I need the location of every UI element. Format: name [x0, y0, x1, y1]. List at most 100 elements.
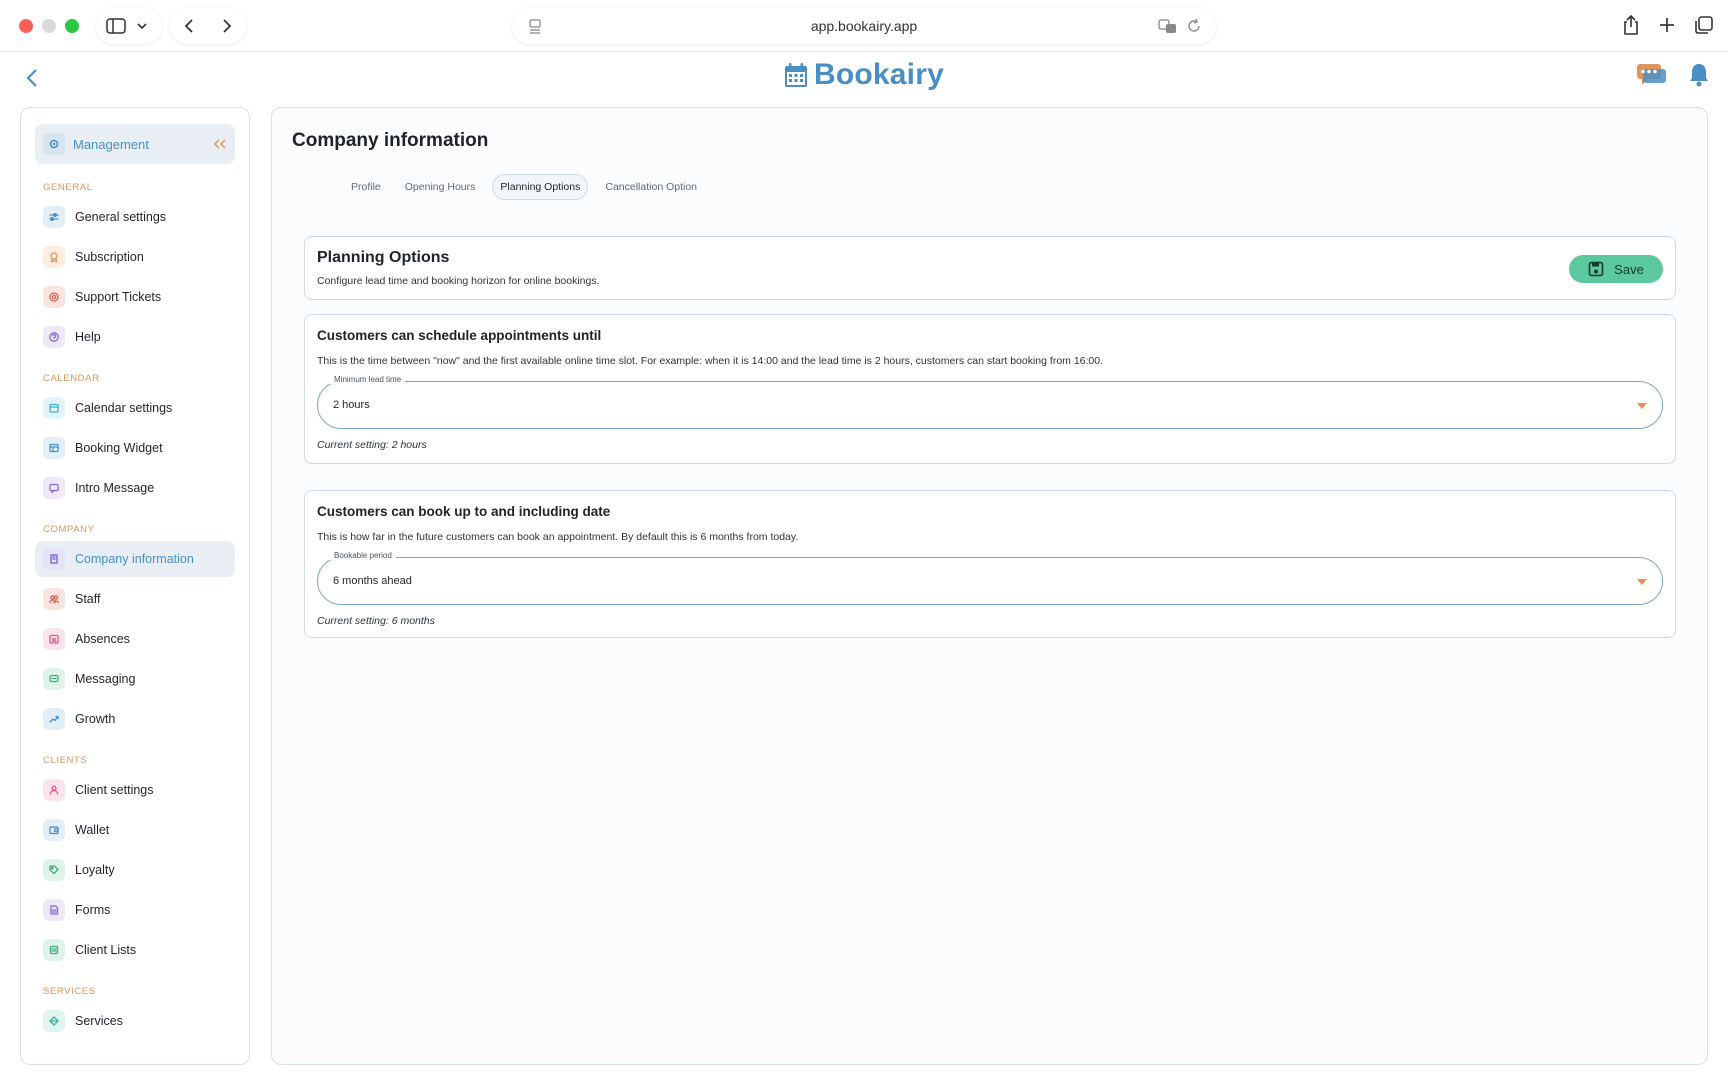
sidebar-item-wallet[interactable]: Wallet [35, 812, 235, 848]
save-button[interactable]: Save [1569, 255, 1663, 283]
sidebar-section-label: CLIENTS [43, 755, 88, 766]
sidebar-item-messaging[interactable]: Messaging [35, 661, 235, 697]
window-close-button[interactable] [19, 19, 33, 33]
window-minimize-button[interactable] [42, 19, 56, 33]
lifebuoy-icon [43, 286, 65, 308]
sidebar-section-label: GENERAL [43, 182, 93, 193]
chat-icon [43, 668, 65, 690]
minimum-lead-time-value: 2 hours [333, 399, 370, 411]
sidebar-section-label: CALENDAR [43, 373, 100, 384]
main-panel: Company information Profile Opening Hours… [271, 107, 1708, 1065]
save-button-label: Save [1614, 261, 1644, 277]
browser-actions [1622, 14, 1714, 36]
chevron-down-icon [137, 23, 147, 30]
tab-planning-options[interactable]: Planning Options [492, 174, 589, 200]
sidebar-item-label: Subscription [75, 250, 144, 264]
lead-time-title: Customers can schedule appointments unti… [317, 328, 602, 343]
tab-profile[interactable]: Profile [344, 174, 388, 200]
sidebar-item-label: Calendar settings [75, 401, 173, 415]
share-icon[interactable] [1622, 14, 1640, 36]
management-label: Management [73, 136, 149, 152]
sidebar-item-label: Wallet [75, 823, 110, 837]
question-icon [43, 326, 65, 348]
sidebar-item-label: Forms [75, 903, 111, 917]
planning-options-title: Planning Options [317, 249, 450, 266]
sidebar-item-client-lists[interactable]: Client Lists [35, 932, 235, 968]
sidebar-item-label: Loyalty [75, 863, 115, 877]
calendar-icon [43, 397, 65, 419]
window-zoom-button[interactable] [65, 19, 79, 33]
sidebar-item-absences[interactable]: Absences [35, 621, 235, 657]
sliders-icon [43, 206, 65, 228]
management-header[interactable]: Management [35, 124, 235, 164]
building-icon [43, 548, 65, 570]
minimum-lead-time-select[interactable]: Minimum lead time 2 hours [317, 375, 1663, 429]
tab-opening-hours[interactable]: Opening Hours [398, 174, 483, 200]
sidebar-item-growth[interactable]: Growth [35, 701, 235, 737]
list-icon [43, 939, 65, 961]
tag-icon [43, 859, 65, 881]
chevron-left-icon [26, 69, 37, 87]
planning-options-card: Planning Options Configure lead time and… [304, 236, 1676, 300]
sidebar-item-label: Company information [75, 552, 194, 566]
sidebar-item-subscription[interactable]: Subscription [35, 239, 235, 275]
settings-sidebar: Management GENERAL General settings Subs… [20, 107, 250, 1065]
new-tab-icon[interactable] [1658, 14, 1676, 36]
back-button[interactable] [18, 64, 46, 92]
sidebar-item-support-tickets[interactable]: Support Tickets [35, 279, 235, 315]
sidebar-section-label: SERVICES [43, 986, 96, 997]
booking-period-current-setting: Current setting: 6 months [317, 615, 435, 627]
address-bar[interactable]: app.bookairy.app [512, 8, 1216, 44]
sidebar-item-label: General settings [75, 210, 167, 224]
sidebar-item-services[interactable]: Services [35, 1003, 235, 1039]
message-icon [43, 477, 65, 499]
sidebar-item-label: Growth [75, 712, 116, 726]
floppy-disk-icon [1588, 261, 1604, 277]
sidebar-item-forms[interactable]: Forms [35, 892, 235, 928]
bookairy-logo[interactable]: Bookairy [784, 58, 944, 92]
settings-tabs: Profile Opening Hours Planning Options Canc… [344, 174, 704, 200]
sidebar-sections: GENERAL General settings Subscription Su… [35, 182, 235, 1039]
minimum-lead-time-label: Minimum lead time [330, 375, 406, 384]
page-menu-icon[interactable] [528, 18, 542, 34]
forward-arrow-icon[interactable] [221, 18, 233, 34]
sidebar-item-label: Absences [75, 632, 130, 646]
header-actions [1636, 62, 1710, 88]
sidebar-item-label: Support Tickets [75, 290, 162, 304]
sidebar-item-booking-widget[interactable]: Booking Widget [35, 430, 235, 466]
sidebar-item-calendar-settings[interactable]: Calendar settings [35, 390, 235, 426]
bell-icon[interactable] [1688, 62, 1710, 88]
booking-period-title: Customers can book up to and including d… [317, 504, 611, 519]
lead-time-card: Customers can schedule appointments unti… [304, 314, 1676, 464]
tab-overview-icon[interactable] [1694, 14, 1714, 36]
planning-options-subtitle: Configure lead time and booking horizon … [317, 275, 600, 287]
tab-cancellation-option[interactable]: Cancellation Option [598, 174, 704, 200]
chat-bubbles-icon[interactable] [1636, 62, 1666, 88]
lead-time-description: This is the time between "now" and the f… [317, 355, 1104, 367]
translate-icon[interactable] [1158, 18, 1178, 34]
url-text: app.bookairy.app [810, 18, 918, 34]
reload-icon[interactable] [1186, 18, 1202, 34]
sidebar-section-label: COMPANY [43, 524, 95, 535]
bookable-period-select[interactable]: Bookable period 6 months ahead [317, 551, 1663, 605]
sidebar-item-general-settings[interactable]: General settings [35, 199, 235, 235]
sidebar-item-label: Client Lists [75, 943, 137, 957]
calendar-logo-icon [785, 63, 807, 87]
sidebar-item-loyalty[interactable]: Loyalty [35, 852, 235, 888]
collapse-sidebar-icon[interactable] [213, 138, 227, 150]
sidebar-toggle-button[interactable] [96, 8, 162, 44]
document-icon [43, 899, 65, 921]
back-arrow-icon[interactable] [183, 18, 195, 34]
sidebar-item-client-settings[interactable]: Client settings [35, 772, 235, 808]
calendar-x-icon [43, 628, 65, 650]
sidebar-item-company-information[interactable]: Company information [35, 541, 235, 577]
users-icon [43, 588, 65, 610]
bookable-period-label: Bookable period [330, 551, 396, 560]
sidebar-item-help[interactable]: Help [35, 319, 235, 355]
sidebar-item-staff[interactable]: Staff [35, 581, 235, 617]
user-icon [43, 779, 65, 801]
dropdown-arrow-icon [1637, 579, 1647, 585]
sidebar-item-intro-message[interactable]: Intro Message [35, 470, 235, 506]
sidebar-item-label: Staff [75, 592, 101, 606]
history-nav [170, 8, 246, 44]
